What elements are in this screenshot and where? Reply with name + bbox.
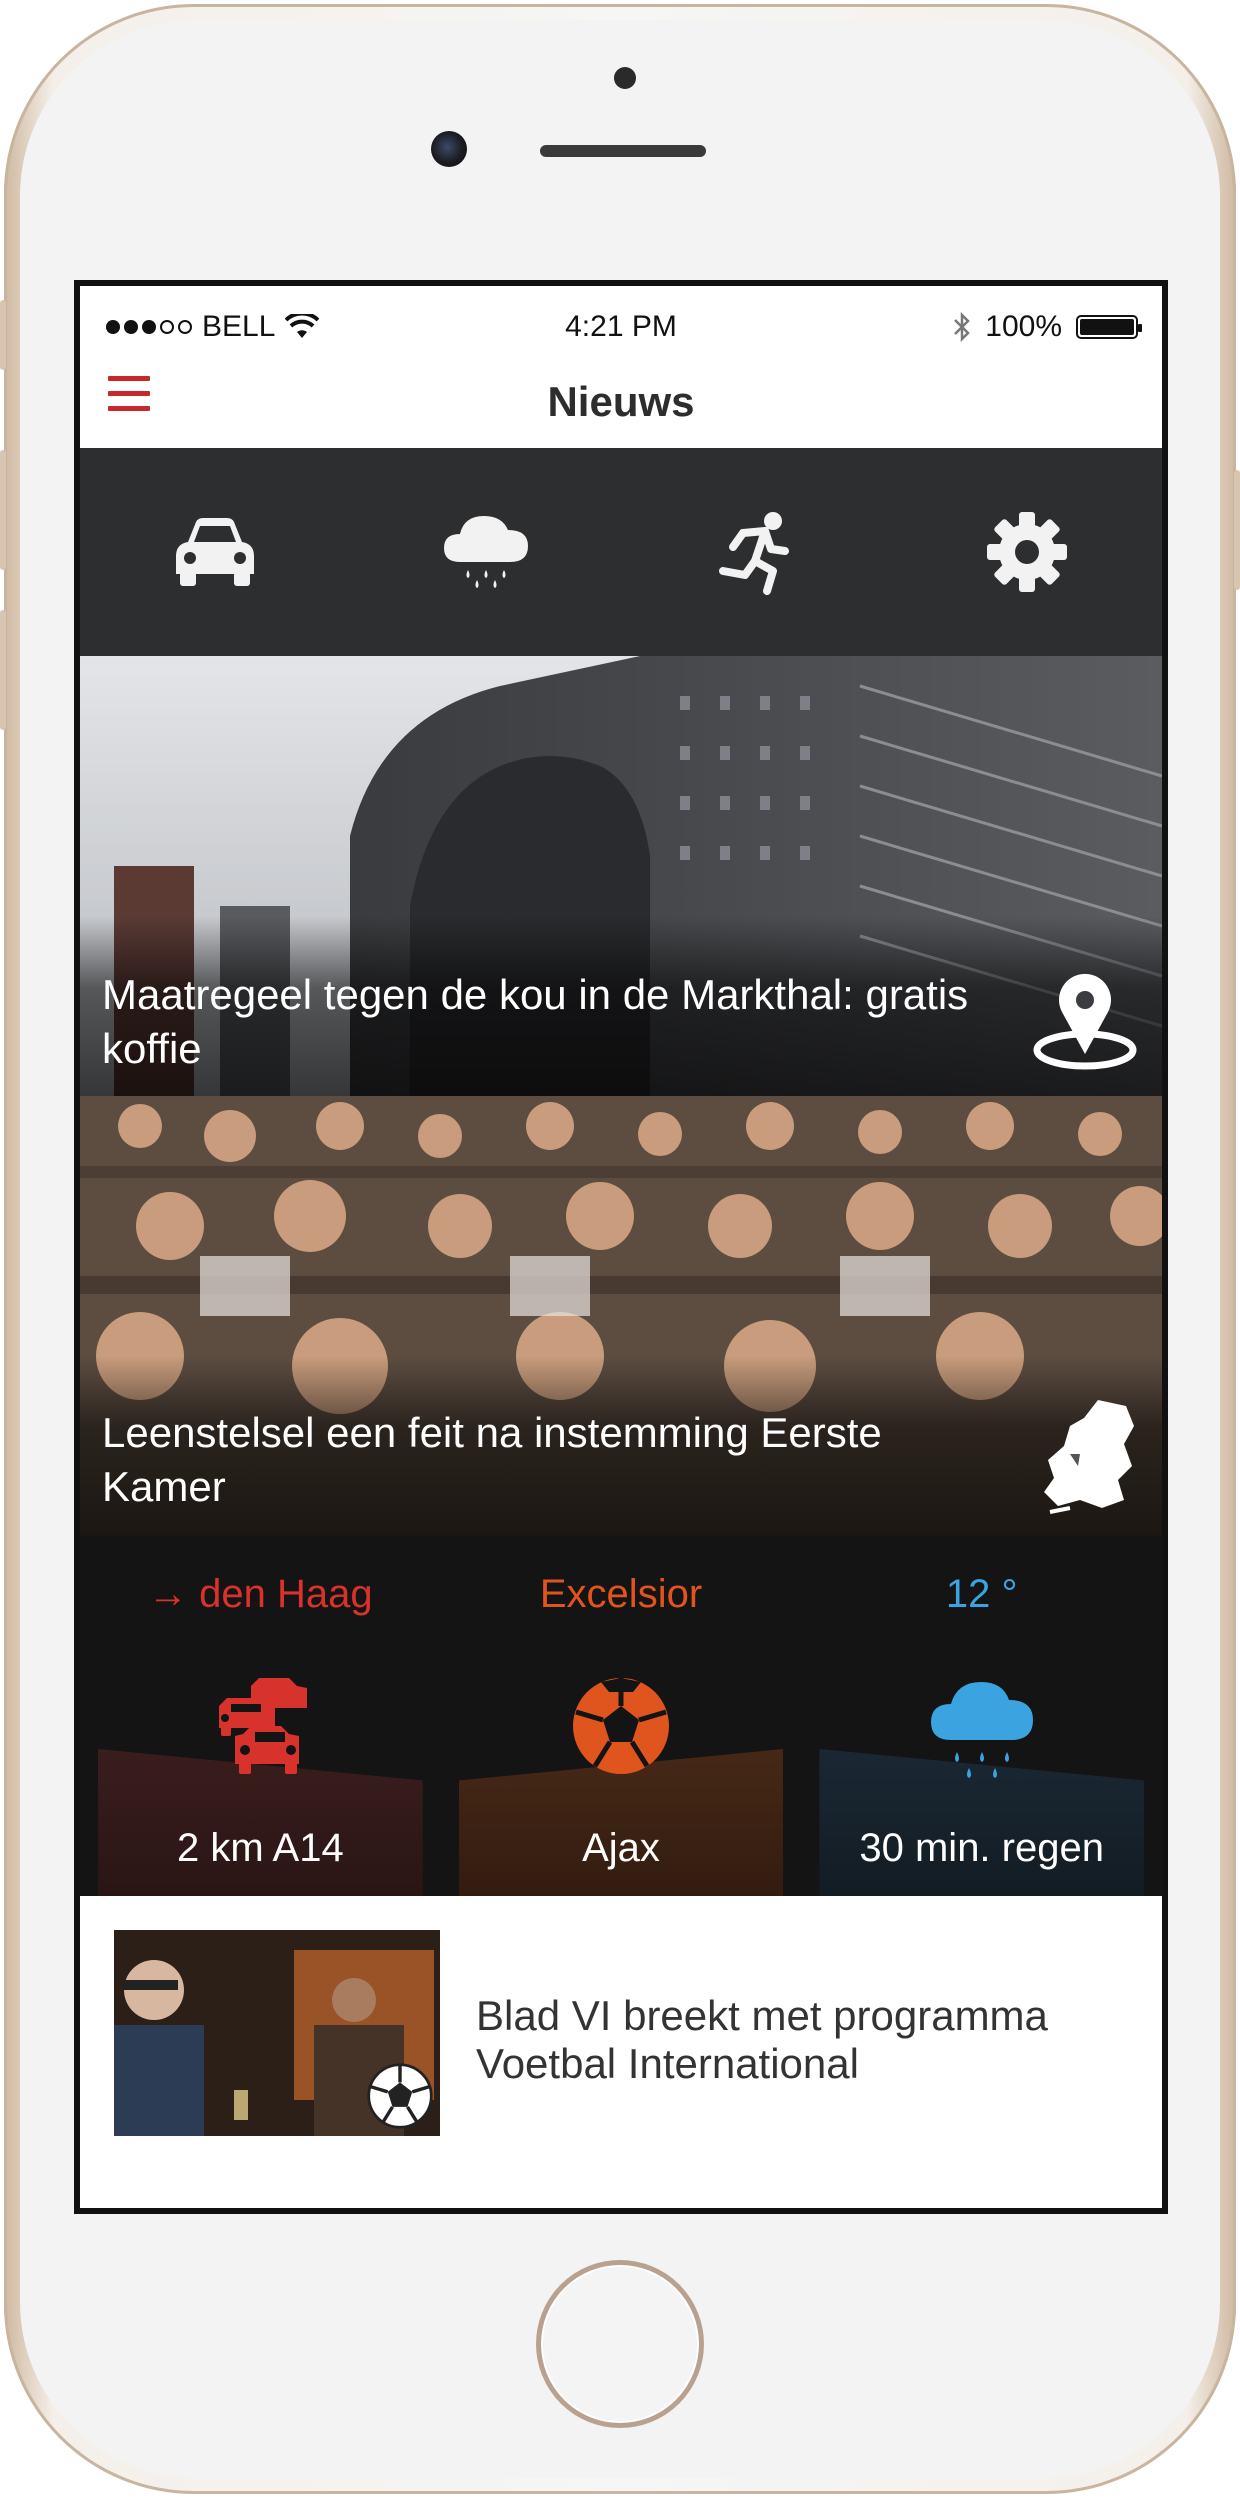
traffic-widget[interactable]: → den Haag 2 km A14 xyxy=(80,1536,441,1896)
story-title: Maatregeel tegen de kou in de Markthal: … xyxy=(102,971,969,1072)
volume-up-button xyxy=(0,450,6,570)
category-sport[interactable] xyxy=(621,448,892,656)
app-screen: BELL 4:21 PM 100% Nieuws Maatregeel tege… xyxy=(74,280,1168,2214)
netherlands-map-icon xyxy=(1044,1400,1134,1514)
story-title: Leenstelsel een feit na instemming Eerst… xyxy=(102,1409,882,1510)
soccer-ball-icon xyxy=(573,1678,669,1774)
bluetooth-icon xyxy=(954,311,971,343)
navigation-bar: Nieuws xyxy=(80,350,1162,448)
weather-widget[interactable]: 12 ° 30 min. regen xyxy=(801,1536,1162,1896)
page-title: Nieuws xyxy=(547,378,695,425)
sport-widget[interactable]: Excelsior Ajax xyxy=(441,1536,802,1896)
battery-percentage: 100% xyxy=(985,310,1062,343)
category-settings[interactable] xyxy=(892,448,1163,656)
widget-strip: → den Haag 2 km A14 Excelsior Ajax 12 ° … xyxy=(80,1536,1162,1896)
weather-forecast: 30 min. regen xyxy=(859,1826,1104,1870)
power-button xyxy=(1234,470,1240,590)
match-away-team: Ajax xyxy=(582,1826,660,1870)
article-thumbnail xyxy=(114,1930,440,2136)
temperature: 12 ° xyxy=(945,1572,1018,1616)
news-story-leenstelsel[interactable]: Leenstelsel een feit na instemming Eerst… xyxy=(80,1096,1162,1536)
status-bar: BELL 4:21 PM 100% xyxy=(80,286,1162,350)
mute-switch xyxy=(0,300,6,370)
gear-icon xyxy=(986,512,1067,592)
match-home-team: Excelsior xyxy=(539,1572,703,1616)
rain-cloud-icon xyxy=(443,516,528,588)
traffic-cars-icon xyxy=(219,1678,308,1774)
volume-down-button xyxy=(0,610,6,730)
traffic-status: 2 km A14 xyxy=(176,1826,344,1870)
news-story-markthal[interactable]: Maatregeel tegen de kou in de Markthal: … xyxy=(80,656,1162,1096)
category-weather[interactable] xyxy=(351,448,622,656)
article-list-item[interactable]: Blad VI breekt met programma Voetbal Int… xyxy=(80,1896,1162,2208)
traffic-destination: → den Haag xyxy=(148,1572,373,1616)
soccer-ball-icon xyxy=(367,2063,433,2129)
car-icon xyxy=(176,518,255,586)
status-right: 100% xyxy=(953,310,1142,344)
proximity-sensor xyxy=(614,67,636,89)
rain-cloud-icon xyxy=(930,1682,1033,1778)
runner-icon xyxy=(719,512,790,595)
article-title: Blad VI breekt met programma Voetbal Int… xyxy=(476,1992,1048,2087)
front-camera xyxy=(431,131,467,167)
earpiece-speaker xyxy=(540,145,706,157)
battery-icon xyxy=(1076,315,1142,339)
category-traffic[interactable] xyxy=(80,448,351,656)
location-pin-icon xyxy=(1033,973,1137,1070)
home-button[interactable] xyxy=(536,2260,704,2428)
category-bar xyxy=(80,448,1162,656)
